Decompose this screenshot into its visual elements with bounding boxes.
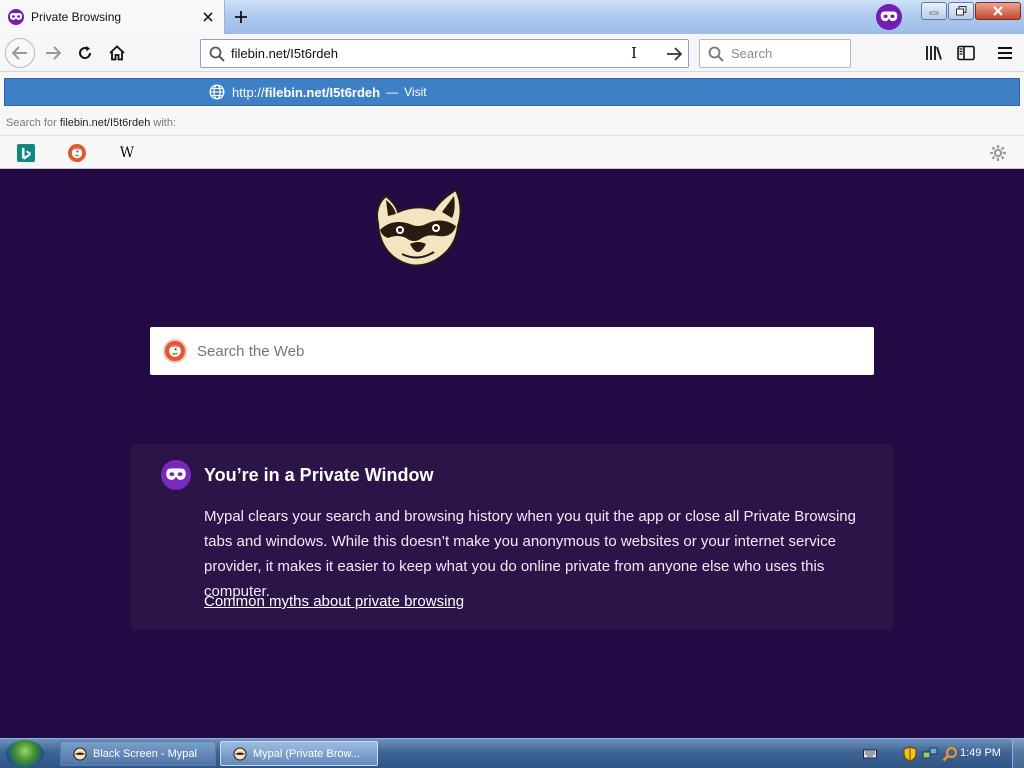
search-with-label: Search for filebin.net/I5t6rdeh with: (6, 117, 176, 129)
close-window-button[interactable] (975, 2, 1021, 20)
windows-taskbar: Black Screen - Mypal Mypal (Private Brow… (0, 738, 1024, 768)
private-browsing-page: Search the Web You’re in a Private Windo… (0, 170, 1024, 738)
text-cursor-icon: I (631, 44, 637, 62)
private-browsing-myths-link[interactable]: Common myths about private browsing (204, 593, 464, 610)
network-icon[interactable] (922, 746, 938, 762)
keyboard-icon[interactable] (862, 746, 878, 762)
web-search-input[interactable]: Search the Web (197, 343, 304, 360)
private-mask-icon (8, 9, 24, 25)
search-with-prefix: Search for (6, 117, 57, 129)
home-button[interactable] (102, 38, 132, 68)
close-tab-icon[interactable] (200, 9, 216, 25)
menu-icon[interactable] (994, 42, 1016, 64)
popup-visit-label: Visit (404, 85, 427, 99)
raccoon-app-icon (73, 747, 87, 760)
private-browsing-indicator-icon (876, 4, 902, 30)
start-button[interactable] (6, 740, 44, 768)
new-tab-button[interactable] (230, 6, 252, 28)
globe-icon (209, 84, 225, 100)
popup-separator: — (386, 85, 399, 99)
duckduckgo-icon (163, 339, 187, 363)
tab-title: Private Browsing (31, 10, 122, 24)
forward-button[interactable] (38, 38, 68, 68)
search-icon (209, 46, 225, 62)
restore-button[interactable] (948, 2, 974, 20)
search-placeholder: Search (731, 46, 773, 61)
search-tray-icon[interactable] (942, 746, 958, 762)
taskbar-item-label: Mypal (Private Brow... (253, 747, 360, 760)
library-icon[interactable] (923, 42, 945, 64)
search-bar[interactable]: Search (699, 39, 851, 68)
duckduckgo-icon[interactable] (68, 144, 86, 162)
wikipedia-icon[interactable]: W (118, 144, 136, 162)
popup-url-host: filebin.net/I5t6rdeh (264, 84, 381, 100)
card-body-text: Mypal clears your search and browsing hi… (204, 508, 856, 600)
system-tray (862, 739, 962, 768)
taskbar-item-black-screen[interactable]: Black Screen - Mypal (60, 741, 216, 766)
title-bar: Private Browsing (0, 0, 1024, 34)
bing-icon[interactable] (17, 144, 35, 162)
raccoon-app-icon (233, 747, 247, 760)
private-window-info-card: You’re in a Private Window Mypal clears … (130, 444, 894, 630)
tab-private-browsing[interactable]: Private Browsing (0, 0, 225, 34)
show-desktop-button[interactable] (1012, 739, 1024, 768)
url-autocomplete-popup: http://filebin.net/I5t6rdeh — Visit Sear… (0, 72, 1024, 169)
one-off-search-engines: W (0, 135, 1024, 169)
sidebar-icon[interactable] (955, 42, 977, 64)
minimize-button[interactable] (921, 2, 947, 20)
taskbar-item-label: Black Screen - Mypal (93, 747, 197, 760)
card-title: You’re in a Private Window (204, 465, 434, 485)
reload-button[interactable] (70, 38, 100, 68)
raccoon-logo-icon (376, 188, 462, 267)
shield-icon[interactable] (902, 746, 918, 762)
popup-url-protocol: http:// (232, 84, 265, 100)
search-with-suffix: with: (153, 117, 177, 129)
taskbar-item-mypal-private[interactable]: Mypal (Private Brow... (220, 741, 378, 766)
go-arrow-icon[interactable] (664, 44, 684, 64)
gear-icon[interactable] (989, 144, 1007, 162)
back-button[interactable] (5, 38, 35, 68)
taskbar-clock[interactable]: 1:49 PM (960, 747, 1001, 759)
web-search-box[interactable]: Search the Web (150, 327, 874, 375)
navigation-toolbar: filebin.net/I5t6rdeh I Search (0, 34, 1024, 72)
url-bar[interactable]: filebin.net/I5t6rdeh I (200, 39, 689, 68)
window-controls (920, 2, 1021, 20)
popup-visit-row[interactable]: http://filebin.net/I5t6rdeh — Visit (4, 78, 1020, 106)
search-with-query: filebin.net/I5t6rdeh (59, 117, 151, 129)
search-icon (708, 46, 724, 62)
url-input[interactable]: filebin.net/I5t6rdeh (231, 46, 338, 61)
private-mask-icon (161, 460, 191, 490)
